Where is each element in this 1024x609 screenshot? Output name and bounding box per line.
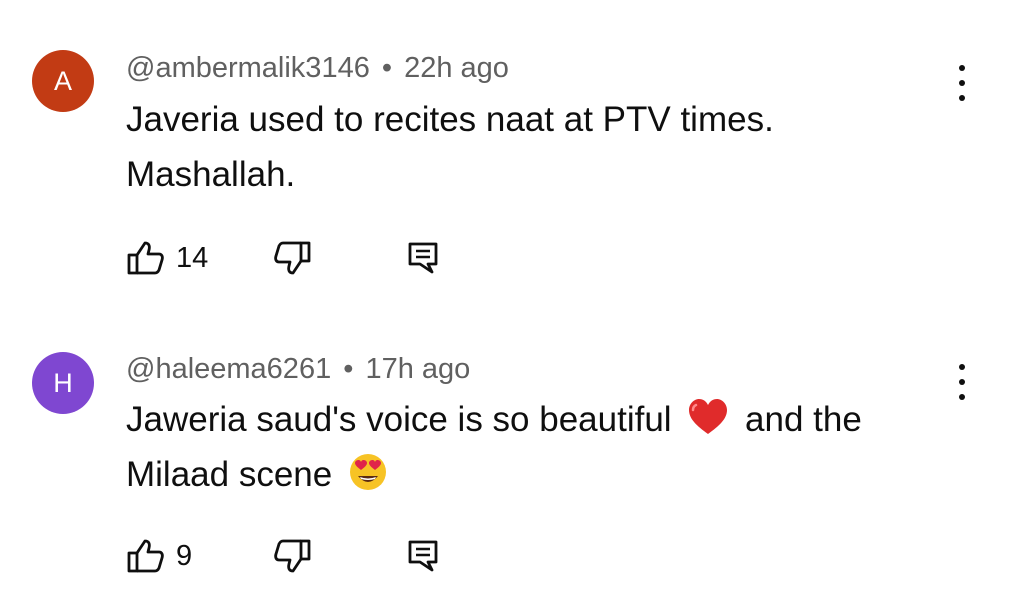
avatar[interactable]: H xyxy=(32,352,94,414)
comment-text-line: Mashallah. xyxy=(126,155,296,194)
reply-icon xyxy=(406,538,440,574)
comment-text: Javeria used to recites naat at PTV time… xyxy=(126,92,946,202)
dislike-button[interactable] xyxy=(272,238,312,278)
thumbs-up-icon xyxy=(126,240,166,276)
thumbs-down-icon xyxy=(272,240,312,276)
comment-text-line: Javeria used to recites naat at PTV time… xyxy=(126,100,774,139)
heart-eyes-icon xyxy=(348,452,388,492)
author-handle[interactable]: @ambermalik3146 xyxy=(126,52,370,84)
thumbs-up-icon xyxy=(126,538,166,574)
like-button[interactable]: 14 xyxy=(126,238,208,278)
comment-text-line: Jaweria saud's voice is so beautiful and… xyxy=(126,392,946,447)
like-count: 14 xyxy=(176,241,209,274)
reply-button[interactable] xyxy=(406,536,440,576)
avatar[interactable]: A xyxy=(32,50,94,112)
comment-item: H @haleema6261 • 17h ago Jaweria saud's … xyxy=(0,300,1024,609)
dislike-button[interactable] xyxy=(272,536,312,576)
reply-button[interactable] xyxy=(406,238,440,278)
thumbs-down-icon xyxy=(272,538,312,574)
more-options-icon[interactable] xyxy=(946,362,978,402)
red-heart-icon xyxy=(687,397,729,437)
comment-text-line: Milaad scene xyxy=(126,447,946,502)
comment-item: A @ambermalik3146 • 22h ago Javeria used… xyxy=(0,0,1024,300)
more-options-icon[interactable] xyxy=(946,63,978,103)
comment-text-segment: Milaad scene xyxy=(126,455,333,494)
comment-time[interactable]: 22h ago xyxy=(404,52,509,84)
meta-separator: • xyxy=(381,52,393,84)
comment-time[interactable]: 17h ago xyxy=(365,353,470,385)
comment-text: Jaweria saud's voice is so beautiful and… xyxy=(126,392,946,502)
meta-separator: • xyxy=(343,353,354,385)
comment-text-segment: and the xyxy=(745,400,862,439)
comment-meta: @ambermalik3146 • 22h ago xyxy=(126,52,509,85)
author-handle[interactable]: @haleema6261 xyxy=(126,353,331,385)
like-count: 9 xyxy=(176,539,193,572)
comment-text-segment: Jaweria saud's voice is so beautiful xyxy=(126,400,672,439)
like-button[interactable]: 9 xyxy=(126,536,192,576)
comment-meta: @haleema6261 • 17h ago xyxy=(126,353,470,386)
reply-icon xyxy=(406,240,440,276)
